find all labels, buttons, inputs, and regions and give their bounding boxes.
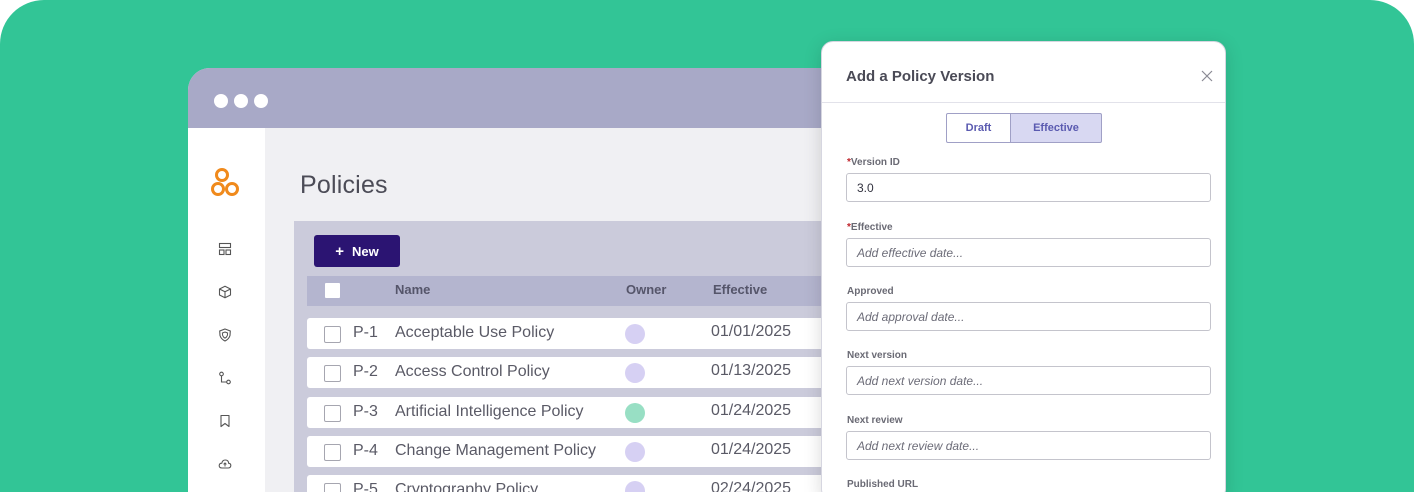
owner-avatar (625, 324, 645, 344)
column-header-effective[interactable]: Effective (713, 282, 767, 297)
effective-date: 01/24/2025 (711, 441, 792, 458)
workflow-icon[interactable] (217, 370, 233, 386)
version-id-input[interactable]: 3.0 (846, 173, 1211, 202)
policy-id: P-3 (353, 403, 378, 420)
version-id-label: *Version ID (847, 157, 900, 168)
page-title: Policies (300, 171, 388, 199)
policy-name[interactable]: Access Control Policy (395, 363, 550, 381)
policy-name[interactable]: Acceptable Use Policy (395, 324, 554, 342)
add-policy-version-dialog: Add a Policy Version Draft Effective *Ve… (821, 41, 1226, 492)
dialog-title: Add a Policy Version (846, 68, 995, 85)
table-row[interactable]: P-2 Access Control Policy 01/13/2025 (307, 357, 888, 388)
select-all-checkbox[interactable] (325, 283, 340, 298)
next-version-label: Next version (847, 350, 908, 361)
close-icon[interactable] (1201, 69, 1213, 82)
new-button-label: New (352, 243, 379, 259)
policy-id: P-2 (353, 363, 378, 380)
bookmark-icon[interactable] (217, 413, 233, 429)
cloud-icon[interactable] (217, 456, 233, 472)
effective-date: 01/24/2025 (711, 402, 792, 419)
row-checkbox[interactable] (324, 365, 341, 382)
published-url-label: Published URL (847, 479, 919, 490)
cube-icon[interactable] (217, 284, 233, 300)
policy-name[interactable]: Artificial Intelligence Policy (395, 403, 584, 421)
owner-avatar (625, 363, 645, 383)
sidebar (188, 128, 265, 492)
column-header-owner[interactable]: Owner (626, 282, 666, 297)
effective-date-label: *Effective (847, 222, 893, 233)
effective-date-input[interactable]: Add effective date... (846, 238, 1211, 267)
row-checkbox[interactable] (324, 483, 341, 492)
new-policy-button[interactable]: + New (314, 235, 400, 267)
window-dot-1 (214, 94, 228, 108)
table-row[interactable]: P-5 Cryptography Policy 02/24/2025 (307, 475, 888, 492)
next-review-input[interactable]: Add next review date... (846, 431, 1211, 460)
window-dot-3 (254, 94, 268, 108)
row-checkbox[interactable] (324, 444, 341, 461)
table-row[interactable]: P-3 Artificial Intelligence Policy 01/24… (307, 397, 888, 428)
next-version-input[interactable]: Add next version date... (846, 366, 1211, 395)
table-row[interactable]: P-4 Change Management Policy 01/24/2025 (307, 436, 888, 467)
tab-draft[interactable]: Draft (946, 113, 1011, 143)
owner-avatar (625, 481, 645, 492)
policy-id: P-1 (353, 324, 378, 341)
window-dot-2 (234, 94, 248, 108)
row-checkbox[interactable] (324, 326, 341, 343)
policy-name[interactable]: Cryptography Policy (395, 481, 538, 492)
dashboard-icon[interactable] (217, 241, 233, 257)
next-review-label: Next review (847, 415, 903, 426)
dialog-divider (822, 102, 1225, 103)
table-header: Name Owner Effective (307, 276, 888, 306)
shield-icon[interactable] (217, 327, 233, 343)
app-window: Policies + New Name Owner Effective P-1 … (188, 68, 888, 492)
policy-name[interactable]: Change Management Policy (395, 442, 596, 460)
owner-avatar (625, 403, 645, 423)
tab-effective[interactable]: Effective (1010, 113, 1102, 143)
approved-date-label: Approved (847, 286, 894, 297)
background: Policies + New Name Owner Effective P-1 … (0, 0, 1414, 492)
title-bar (188, 68, 888, 128)
effective-date: 02/24/2025 (711, 480, 792, 492)
owner-avatar (625, 442, 645, 462)
plus-icon: + (335, 242, 345, 260)
policy-id: P-5 (353, 481, 378, 492)
table-row[interactable]: P-1 Acceptable Use Policy 01/01/2025 (307, 318, 888, 349)
policies-table-panel: + New Name Owner Effective P-1 Acceptabl… (294, 221, 888, 492)
policy-id: P-4 (353, 442, 378, 459)
column-header-name[interactable]: Name (395, 282, 430, 297)
effective-date: 01/13/2025 (711, 362, 792, 379)
approved-date-input[interactable]: Add approval date... (846, 302, 1211, 331)
effective-date: 01/01/2025 (711, 323, 792, 340)
logo-icon (210, 166, 246, 202)
row-checkbox[interactable] (324, 405, 341, 422)
